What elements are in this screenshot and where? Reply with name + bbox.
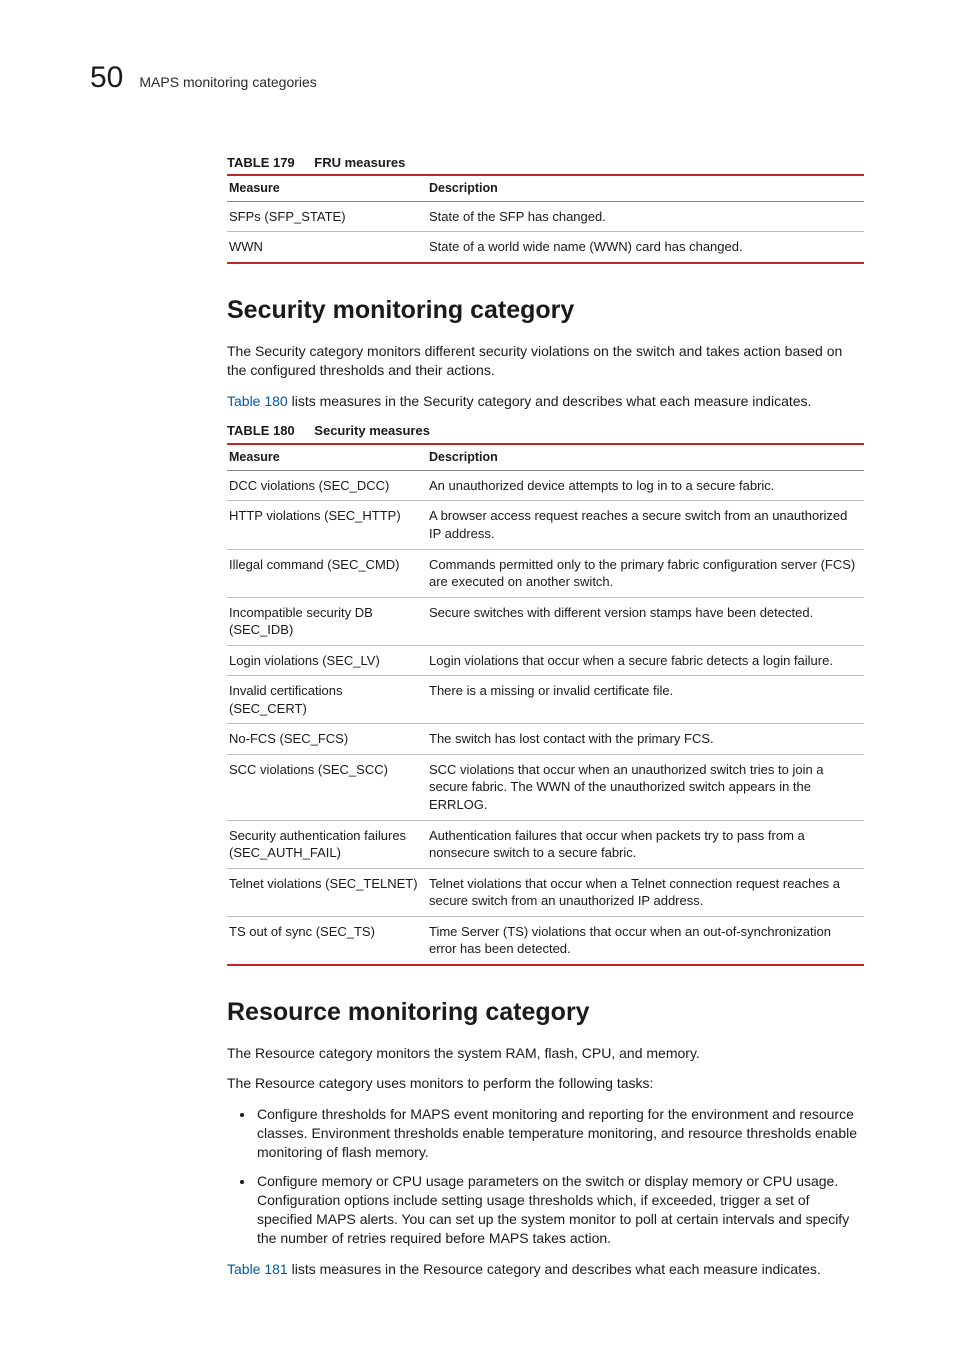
cell-description: Commands permitted only to the primary f… xyxy=(427,549,864,597)
table-row: Login violations (SEC_LV)Login violation… xyxy=(227,645,864,676)
table-row: HTTP violations (SEC_HTTP)A browser acce… xyxy=(227,501,864,549)
table-row: SCC violations (SEC_SCC)SCC violations t… xyxy=(227,754,864,820)
list-item: Configure memory or CPU usage parameters… xyxy=(255,1172,864,1248)
page-number: 50 xyxy=(90,58,123,99)
table-row: Security authentication failures (SEC_AU… xyxy=(227,820,864,868)
cell-measure: Telnet violations (SEC_TELNET) xyxy=(227,868,427,916)
cell-measure: HTTP violations (SEC_HTTP) xyxy=(227,501,427,549)
link-table-180[interactable]: Table 180 xyxy=(227,393,288,409)
cell-measure: Invalid certifications (SEC_CERT) xyxy=(227,676,427,724)
page-header: 50 MAPS monitoring categories xyxy=(90,58,864,99)
resource-para-3: Table 181 lists measures in the Resource… xyxy=(227,1260,864,1279)
resource-para-2: The Resource category uses monitors to p… xyxy=(227,1074,864,1093)
table-row: DCC violations (SEC_DCC)An unauthorized … xyxy=(227,470,864,501)
heading-resource: Resource monitoring category xyxy=(227,996,864,1030)
cell-measure: SFPs (SFP_STATE) xyxy=(227,201,427,232)
cell-measure: Security authentication failures (SEC_AU… xyxy=(227,820,427,868)
table-row: Incompatible security DB (SEC_IDB)Secure… xyxy=(227,597,864,645)
main-content: TABLE 179 FRU measures Measure Descripti… xyxy=(227,154,864,1279)
cell-measure: Incompatible security DB (SEC_IDB) xyxy=(227,597,427,645)
table-header-measure: Measure xyxy=(227,175,427,201)
table-header-description: Description xyxy=(427,444,864,470)
table-row: No-FCS (SEC_FCS)The switch has lost cont… xyxy=(227,724,864,755)
resource-para-3-rest: lists measures in the Resource category … xyxy=(288,1261,821,1277)
table-179-title: FRU measures xyxy=(314,155,405,170)
table-180-label: TABLE 180 xyxy=(227,423,295,438)
cell-description: Secure switches with different version s… xyxy=(427,597,864,645)
table-179-caption: TABLE 179 FRU measures xyxy=(227,154,864,173)
cell-description: Login violations that occur when a secur… xyxy=(427,645,864,676)
cell-measure: WWN xyxy=(227,232,427,263)
link-table-181[interactable]: Table 181 xyxy=(227,1261,288,1277)
resource-para-1: The Resource category monitors the syste… xyxy=(227,1044,864,1063)
table-row: Invalid certifications (SEC_CERT)There i… xyxy=(227,676,864,724)
table-row: TS out of sync (SEC_TS)Time Server (TS) … xyxy=(227,916,864,965)
security-para-2: Table 180 lists measures in the Security… xyxy=(227,392,864,411)
table-row: SFPs (SFP_STATE) State of the SFP has ch… xyxy=(227,201,864,232)
table-row: Telnet violations (SEC_TELNET)Telnet vio… xyxy=(227,868,864,916)
cell-description: SCC violations that occur when an unauth… xyxy=(427,754,864,820)
cell-measure: SCC violations (SEC_SCC) xyxy=(227,754,427,820)
cell-description: A browser access request reaches a secur… xyxy=(427,501,864,549)
security-para-2-rest: lists measures in the Security category … xyxy=(288,393,812,409)
cell-description: Time Server (TS) violations that occur w… xyxy=(427,916,864,965)
heading-security: Security monitoring category xyxy=(227,294,864,328)
cell-description: Authentication failures that occur when … xyxy=(427,820,864,868)
cell-measure: DCC violations (SEC_DCC) xyxy=(227,470,427,501)
cell-description: The switch has lost contact with the pri… xyxy=(427,724,864,755)
cell-measure: Login violations (SEC_LV) xyxy=(227,645,427,676)
list-item: Configure thresholds for MAPS event moni… xyxy=(255,1105,864,1162)
cell-description: State of the SFP has changed. xyxy=(427,201,864,232)
table-179-label: TABLE 179 xyxy=(227,155,295,170)
cell-description: State of a world wide name (WWN) card ha… xyxy=(427,232,864,263)
page-breadcrumb: MAPS monitoring categories xyxy=(139,73,316,92)
table-180: Measure Description DCC violations (SEC_… xyxy=(227,443,864,966)
table-179: Measure Description SFPs (SFP_STATE) Sta… xyxy=(227,174,864,264)
table-180-caption: TABLE 180 Security measures xyxy=(227,422,864,441)
table-180-title: Security measures xyxy=(314,423,430,438)
security-para-1: The Security category monitors different… xyxy=(227,342,864,380)
table-header-measure: Measure xyxy=(227,444,427,470)
table-row: WWN State of a world wide name (WWN) car… xyxy=(227,232,864,263)
cell-measure: No-FCS (SEC_FCS) xyxy=(227,724,427,755)
cell-description: An unauthorized device attempts to log i… xyxy=(427,470,864,501)
table-row: Illegal command (SEC_CMD)Commands permit… xyxy=(227,549,864,597)
table-header-description: Description xyxy=(427,175,864,201)
cell-measure: TS out of sync (SEC_TS) xyxy=(227,916,427,965)
cell-measure: Illegal command (SEC_CMD) xyxy=(227,549,427,597)
cell-description: There is a missing or invalid certificat… xyxy=(427,676,864,724)
resource-bullets: Configure thresholds for MAPS event moni… xyxy=(227,1105,864,1247)
cell-description: Telnet violations that occur when a Teln… xyxy=(427,868,864,916)
